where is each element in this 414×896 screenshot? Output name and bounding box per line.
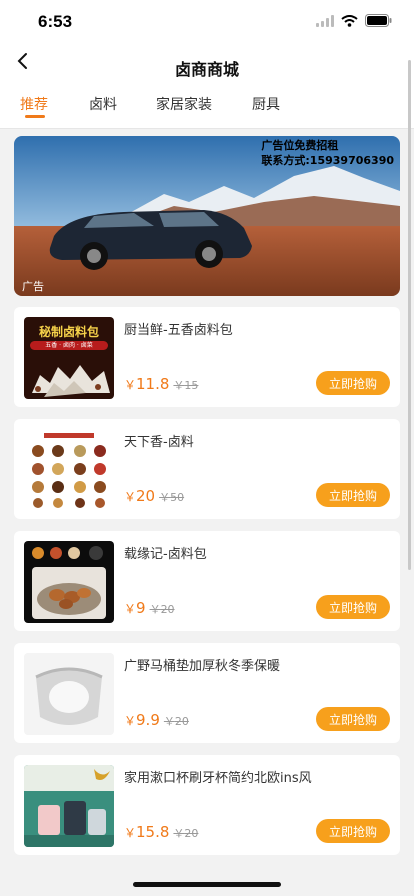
product-name[interactable]: 载缘记-卤料包 [124, 543, 207, 562]
product-name[interactable]: 广野马桶垫加厚秋冬季保暖 [124, 655, 280, 674]
price-value: 20 [136, 487, 156, 505]
tab-bar: 推荐 卤料 家居家装 厨具 [0, 84, 414, 129]
original-price: ￥15 [173, 379, 198, 392]
orig-price-value: 50 [170, 491, 185, 504]
orig-currency: ￥ [173, 827, 185, 840]
spice-pile-image [32, 365, 110, 397]
cups-image [24, 765, 114, 847]
banner-ad-line2: 联系方式:15939706390 [261, 154, 394, 167]
product-name[interactable]: 家用漱口杯刷牙杯简约北欧ins风 [124, 767, 312, 786]
banner-ad-tag: 广告 [22, 280, 44, 293]
currency-symbol: ￥ [124, 602, 137, 616]
product-card[interactable]: 家用漱口杯刷牙杯简约北欧ins风 ￥15.8 ￥20 立即抢购 [14, 755, 400, 855]
tab-recommend[interactable]: 推荐 [20, 94, 48, 114]
tab-seasoning[interactable]: 卤料 [89, 94, 117, 114]
price-value: 15.8 [136, 823, 170, 841]
original-price: ￥20 [173, 827, 198, 840]
buy-now-button[interactable]: 立即抢购 [316, 371, 390, 395]
product-price: ￥9 ￥20 [124, 599, 175, 617]
page-title: 卤商商城 [174, 60, 239, 79]
nav-bar: 卤商商城 [0, 44, 414, 84]
status-icons [316, 14, 392, 27]
status-time: 6:53 [38, 12, 73, 31]
signal-icon [316, 14, 334, 27]
battery-icon [365, 14, 392, 27]
buy-now-button[interactable]: 立即抢购 [316, 595, 390, 619]
ad-banner[interactable]: 广告位免费招租 联系方式:15939706390 广告 [14, 136, 400, 296]
product-thumbnail: 秘制卤料包 五香 · 卤肉 · 卤菜 [24, 317, 114, 399]
product-thumbnail [24, 541, 114, 623]
currency-symbol: ￥ [124, 826, 137, 840]
product-price: ￥20 ￥50 [124, 487, 184, 505]
wifi-icon [341, 14, 358, 27]
banner-ad-line1: 广告位免费招租 [261, 139, 339, 152]
currency-symbol: ￥ [124, 378, 137, 392]
buy-now-button[interactable]: 立即抢购 [316, 707, 390, 731]
scrollbar[interactable] [408, 60, 411, 570]
product-card[interactable]: 秘制卤料包 五香 · 卤肉 · 卤菜 厨当鲜-五香卤料包 ￥11.8 ￥15 立即… [14, 307, 400, 407]
orig-price-value: 20 [160, 603, 175, 616]
orig-currency: ￥ [159, 491, 171, 504]
orig-currency: ￥ [163, 715, 175, 728]
original-price: ￥20 [164, 715, 189, 728]
thumb-title: 秘制卤料包 [38, 325, 99, 339]
currency-symbol: ￥ [124, 490, 137, 504]
status-bar: 6:53 [0, 0, 414, 44]
orig-price-value: 20 [174, 715, 189, 728]
home-indicator[interactable] [133, 882, 281, 887]
active-tab-indicator [25, 115, 45, 118]
product-card[interactable]: 天下香-卤料 ￥20 ￥50 立即抢购 [14, 419, 400, 519]
product-price: ￥9.9 ￥20 [124, 711, 189, 729]
price-value: 9 [136, 599, 146, 617]
buy-now-button[interactable]: 立即抢购 [316, 819, 390, 843]
toilet-seat-cover-image [35, 667, 103, 725]
product-name[interactable]: 厨当鲜-五香卤料包 [124, 319, 233, 338]
product-price: ￥11.8 ￥15 [124, 375, 198, 393]
product-thumbnail [24, 429, 114, 511]
orig-currency: ￥ [149, 603, 161, 616]
orig-price-value: 20 [184, 827, 199, 840]
orig-currency: ￥ [173, 379, 185, 392]
tab-kitchenware[interactable]: 厨具 [252, 94, 280, 114]
thumb-subtitle: 五香 · 卤肉 · 卤菜 [30, 341, 108, 350]
original-price: ￥50 [159, 491, 184, 504]
spice-grid-image [32, 433, 106, 508]
currency-symbol: ￥ [124, 714, 137, 728]
price-value: 11.8 [136, 375, 170, 393]
buy-now-button[interactable]: 立即抢购 [316, 483, 390, 507]
product-thumbnail [24, 765, 114, 847]
product-thumbnail [24, 653, 114, 735]
original-price: ￥20 [150, 603, 175, 616]
product-name[interactable]: 天下香-卤料 [124, 431, 194, 450]
orig-price-value: 15 [184, 379, 199, 392]
product-card[interactable]: 广野马桶垫加厚秋冬季保暖 ￥9.9 ￥20 立即抢购 [14, 643, 400, 743]
tab-home-furnishing[interactable]: 家居家装 [156, 94, 212, 114]
price-value: 9.9 [136, 711, 160, 729]
banner-ad-text: 广告位免费招租 联系方式:15939706390 [261, 138, 394, 168]
eggs-bowl-image [32, 546, 106, 619]
product-price: ￥15.8 ￥20 [124, 823, 198, 841]
product-card[interactable]: 载缘记-卤料包 ￥9 ￥20 立即抢购 [14, 531, 400, 631]
